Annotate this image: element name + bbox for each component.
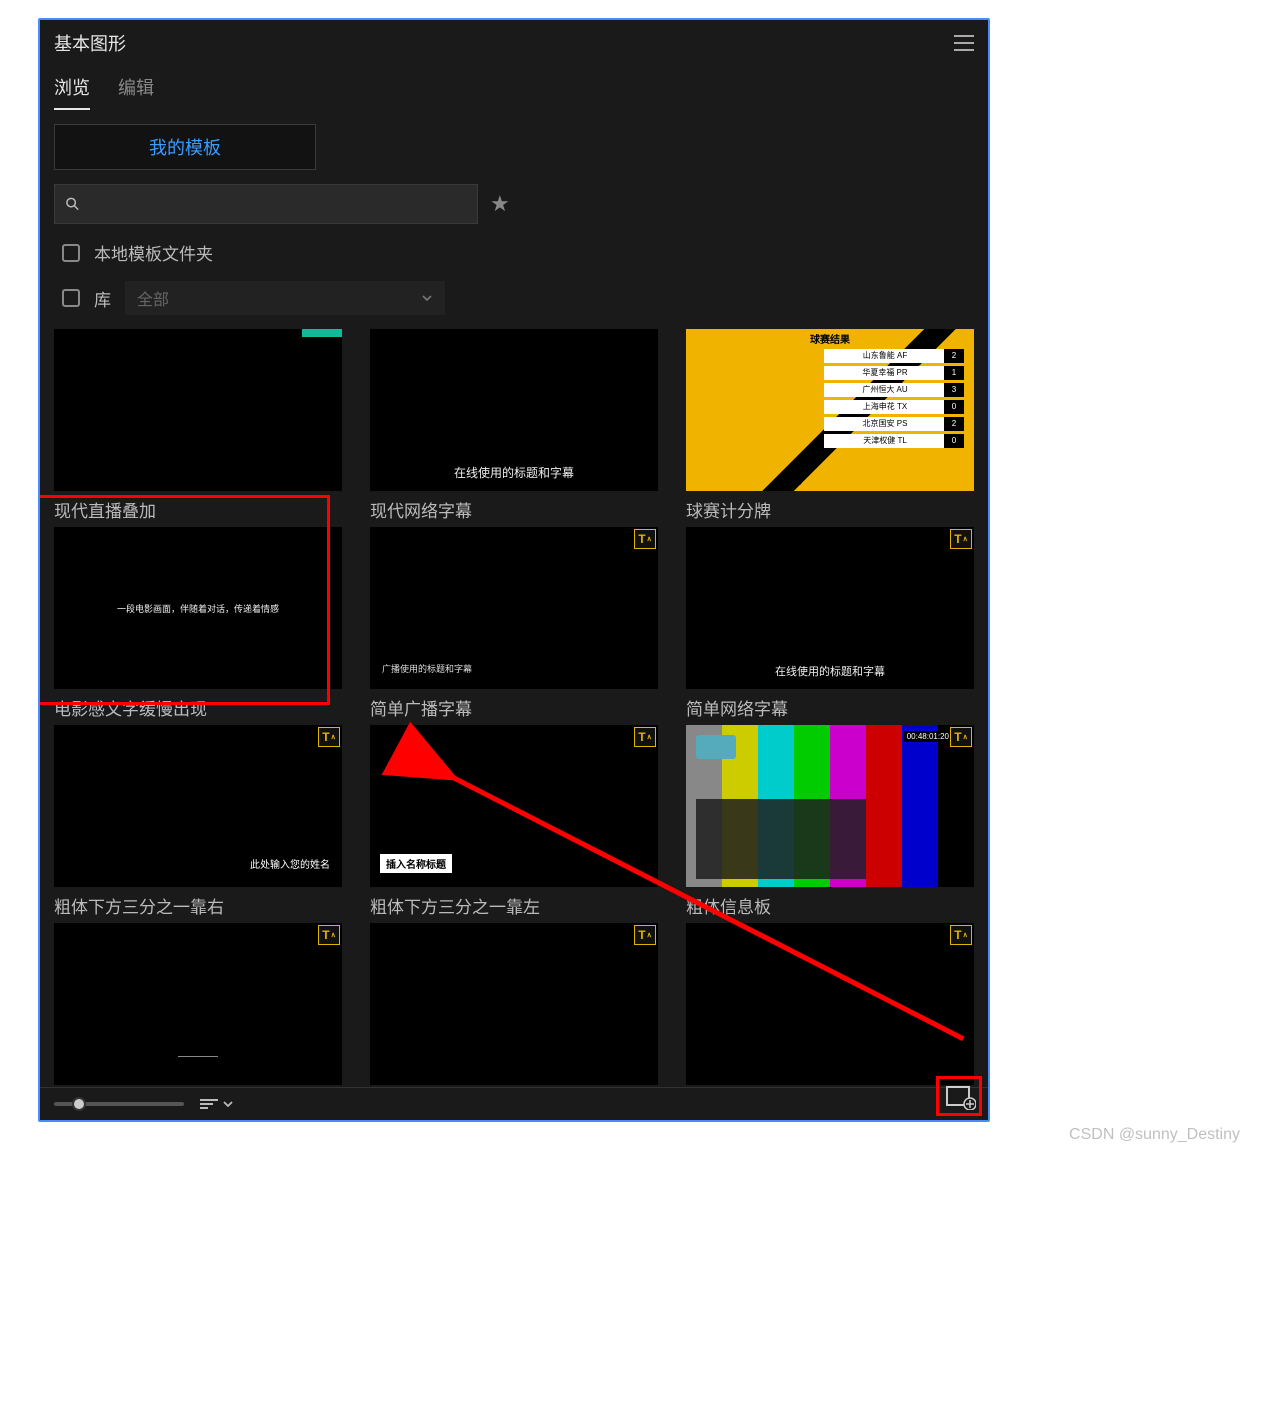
template-item[interactable]: T∧ [370,923,658,1087]
chevron-down-icon [222,1098,234,1110]
template-item[interactable]: 一段电影画面，伴随着对话，传递着情感电影感文字缓慢出现 [54,527,342,719]
template-thumbnail[interactable]: 00:48:01:20T∧ [686,725,974,887]
library-label: 库 [94,286,111,311]
template-item[interactable]: 此处输入您的姓名 T∧ 粗体下方三分之一靠右 [54,725,342,917]
motion-graphics-badge-icon: T∧ [950,727,972,747]
local-folder-label: 本地模板文件夹 [94,240,213,265]
tabs: 浏览 编辑 [40,56,988,110]
template-item[interactable]: 广播使用的标题和字幕 T∧ 简单广播字幕 [370,527,658,719]
panel-title: 基本图形 [54,30,126,56]
template-grid: 现代直播叠加在线使用的标题和字幕现代网络字幕球赛结果山东鲁能 AF2华夏幸福 P… [54,329,974,1087]
favorites-filter-icon[interactable]: ★ [490,191,510,217]
preview-text: 广播使用的标题和字幕 [382,662,472,675]
motion-graphics-badge-icon: T∧ [950,529,972,549]
preview-title: 球赛结果 [686,331,974,346]
template-label: 现代直播叠加 [54,497,342,521]
sort-button[interactable] [200,1098,234,1110]
template-label: 粗体信息板 [686,893,974,917]
essential-graphics-panel: 基本图形 浏览 编辑 我的模板 ★ [38,18,990,1122]
preview-text: 在线使用的标题和字幕 [454,464,574,481]
template-label: 粗体下方三分之一靠右 [54,893,342,917]
search-box[interactable] [54,184,478,224]
template-thumbnail[interactable]: 球赛结果山东鲁能 AF2华夏幸福 PR1广州恒大 AU3上海申花 TX0北京国安… [686,329,974,491]
template-label: 粗体下方三分之一靠左 [370,893,658,917]
template-thumbnail[interactable]: 此处输入您的姓名 T∧ [54,725,342,887]
preview-text: 在线使用的标题和字幕 [686,663,974,679]
zoom-slider[interactable] [54,1102,184,1106]
sort-icon [200,1099,218,1109]
template-label: 球赛计分牌 [686,497,974,521]
template-item[interactable]: 00:48:01:20T∧ 粗体信息板 [686,725,974,917]
preview-text: 一段电影画面，伴随着对话，传递着情感 [117,602,279,615]
watermark: CSDN @sunny_Destiny [1069,1126,1240,1144]
timecode: 00:48:01:20 [904,731,952,742]
motion-graphics-badge-icon: T∧ [318,727,340,747]
panel-header: 基本图形 [40,20,988,56]
motion-graphics-badge-icon: T∧ [950,925,972,945]
template-label: 简单网络字幕 [686,695,974,719]
template-item[interactable]: 在线使用的标题和字幕 T∧ 简单网络字幕 [686,527,974,719]
template-thumbnail[interactable] [54,329,342,491]
template-item[interactable]: 插入名称标题 T∧ 粗体下方三分之一靠左 [370,725,658,917]
template-thumbnail[interactable]: 在线使用的标题和字幕 T∧ [686,527,974,689]
template-item[interactable]: T∧ [686,923,974,1087]
search-icon [65,196,80,212]
tab-edit[interactable]: 编辑 [118,74,154,110]
template-item[interactable]: 现代直播叠加 [54,329,342,521]
library-select[interactable]: 全部 [125,281,445,315]
library-select-value: 全部 [137,286,169,310]
template-label: 简单广播字幕 [370,695,658,719]
template-label: 现代网络字幕 [370,497,658,521]
template-thumbnail[interactable]: 广播使用的标题和字幕 T∧ [370,527,658,689]
panel-footer [40,1087,988,1120]
my-templates-label: 我的模板 [149,134,221,160]
add-template-icon [946,1086,976,1110]
template-thumbnail[interactable]: 一段电影画面，伴随着对话，传递着情感 [54,527,342,689]
local-folder-checkbox[interactable] [62,244,80,262]
preview-text: 此处输入您的姓名 [246,854,334,873]
tab-browse[interactable]: 浏览 [54,74,90,110]
panel-menu-icon[interactable] [954,35,974,51]
template-label: 电影感文字缓慢出现 [54,695,342,719]
chevron-down-icon [421,292,433,304]
template-thumbnail[interactable]: 插入名称标题 T∧ [370,725,658,887]
motion-graphics-badge-icon: T∧ [634,529,656,549]
motion-graphics-badge-icon: T∧ [634,727,656,747]
template-thumbnail[interactable]: T∧ [686,923,974,1085]
template-item[interactable]: 在线使用的标题和字幕现代网络字幕 [370,329,658,521]
template-thumbnail[interactable]: T∧ [370,923,658,1085]
my-templates-button[interactable]: 我的模板 [54,124,316,170]
new-template-button[interactable] [944,1084,978,1112]
preview-text: 插入名称标题 [380,854,452,873]
template-item[interactable]: 球赛结果山东鲁能 AF2华夏幸福 PR1广州恒大 AU3上海申花 TX0北京国安… [686,329,974,521]
template-thumbnail[interactable]: 在线使用的标题和字幕 [370,329,658,491]
motion-graphics-badge-icon: T∧ [634,925,656,945]
template-item[interactable]: T∧ [54,923,342,1087]
motion-graphics-badge-icon: T∧ [318,925,340,945]
template-thumbnail[interactable]: T∧ [54,923,342,1085]
library-checkbox[interactable] [62,289,80,307]
search-input[interactable] [88,196,467,213]
